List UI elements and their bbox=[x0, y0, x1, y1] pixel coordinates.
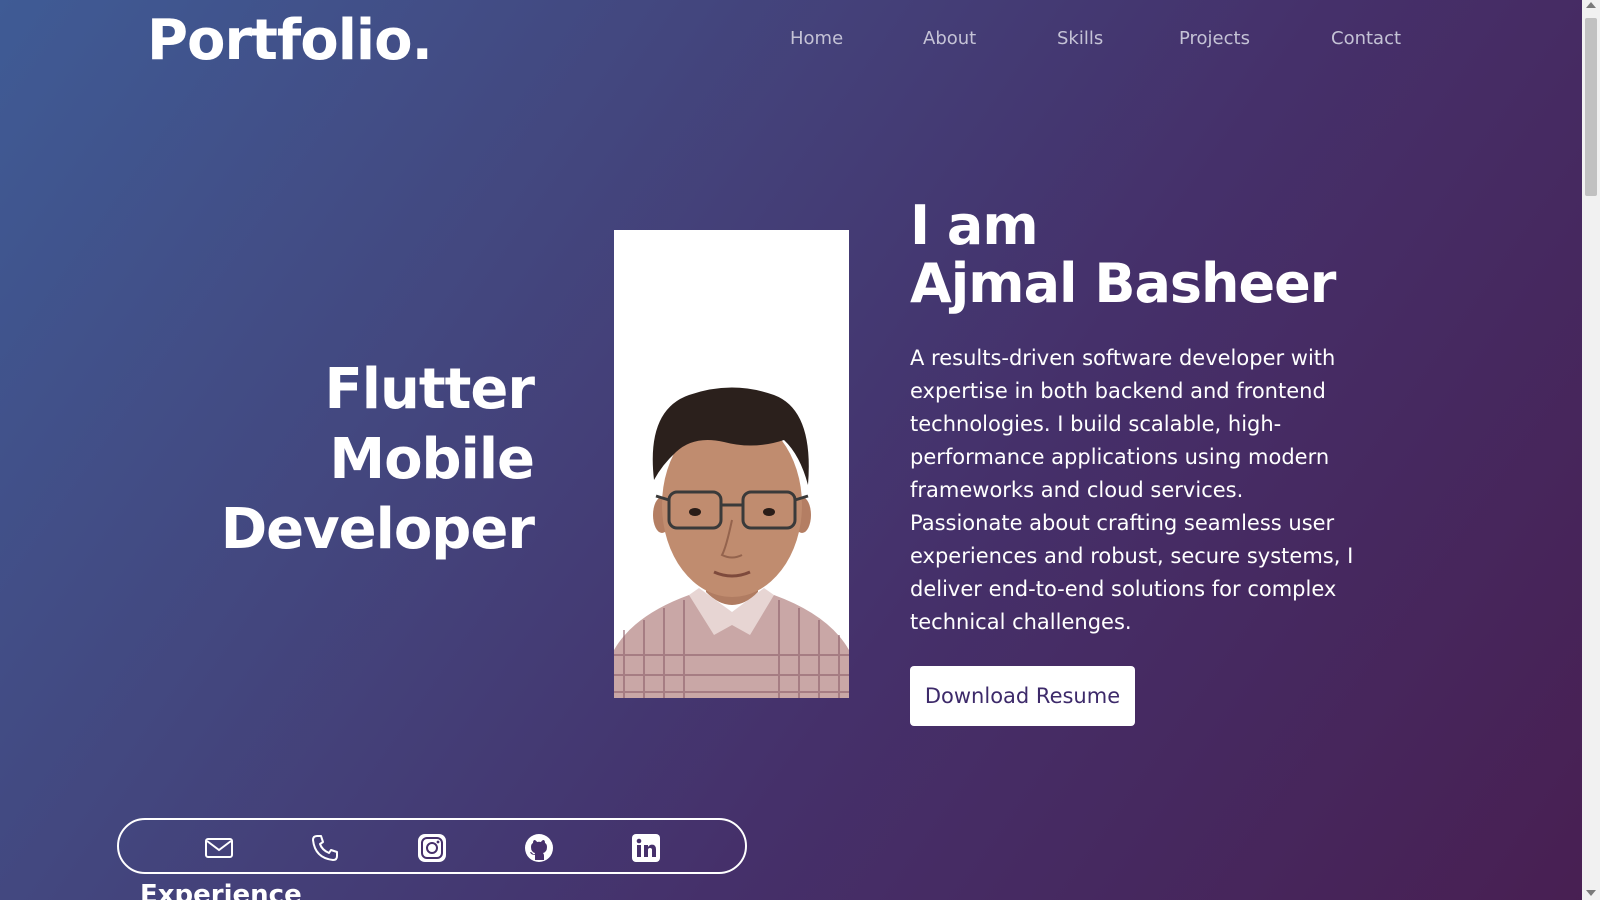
nav-home-link[interactable]: Home bbox=[790, 28, 843, 49]
scroll-down-arrow-icon[interactable] bbox=[1586, 890, 1596, 896]
role-title: Flutter Mobile Developer bbox=[220, 355, 535, 565]
experience-heading: Experience bbox=[140, 880, 302, 900]
page-scrollbar[interactable] bbox=[1582, 0, 1600, 900]
scroll-up-arrow-icon[interactable] bbox=[1586, 2, 1596, 8]
download-resume-button[interactable]: Download Resume bbox=[910, 666, 1135, 726]
role-title-line: Developer bbox=[220, 497, 535, 562]
profile-photo bbox=[614, 230, 849, 698]
github-icon[interactable] bbox=[523, 832, 555, 864]
role-title-line: Mobile bbox=[329, 427, 535, 492]
nav-projects-link[interactable]: Projects bbox=[1179, 28, 1250, 49]
phone-icon[interactable] bbox=[309, 832, 341, 864]
role-title-line: Flutter bbox=[324, 357, 535, 422]
nav-skills-link[interactable]: Skills bbox=[1057, 28, 1103, 49]
linkedin-icon[interactable] bbox=[630, 832, 662, 864]
nav-contact-link[interactable]: Contact bbox=[1331, 28, 1401, 49]
intro-greeting: I am bbox=[910, 194, 1039, 257]
portfolio-page: Portfolio. Home About Skills Projects Co… bbox=[0, 0, 1582, 900]
mail-icon[interactable] bbox=[203, 832, 235, 864]
scroll-thumb[interactable] bbox=[1585, 18, 1597, 196]
site-logo[interactable]: Portfolio. bbox=[147, 8, 433, 73]
intro-bio: A results-driven software developer with… bbox=[910, 346, 1354, 634]
profile-photo-illustration bbox=[614, 230, 849, 698]
nav-about-link[interactable]: About bbox=[923, 28, 976, 49]
social-links-bar bbox=[117, 818, 747, 874]
instagram-icon[interactable] bbox=[416, 832, 448, 864]
intro-name: Ajmal Basheer bbox=[910, 252, 1336, 315]
